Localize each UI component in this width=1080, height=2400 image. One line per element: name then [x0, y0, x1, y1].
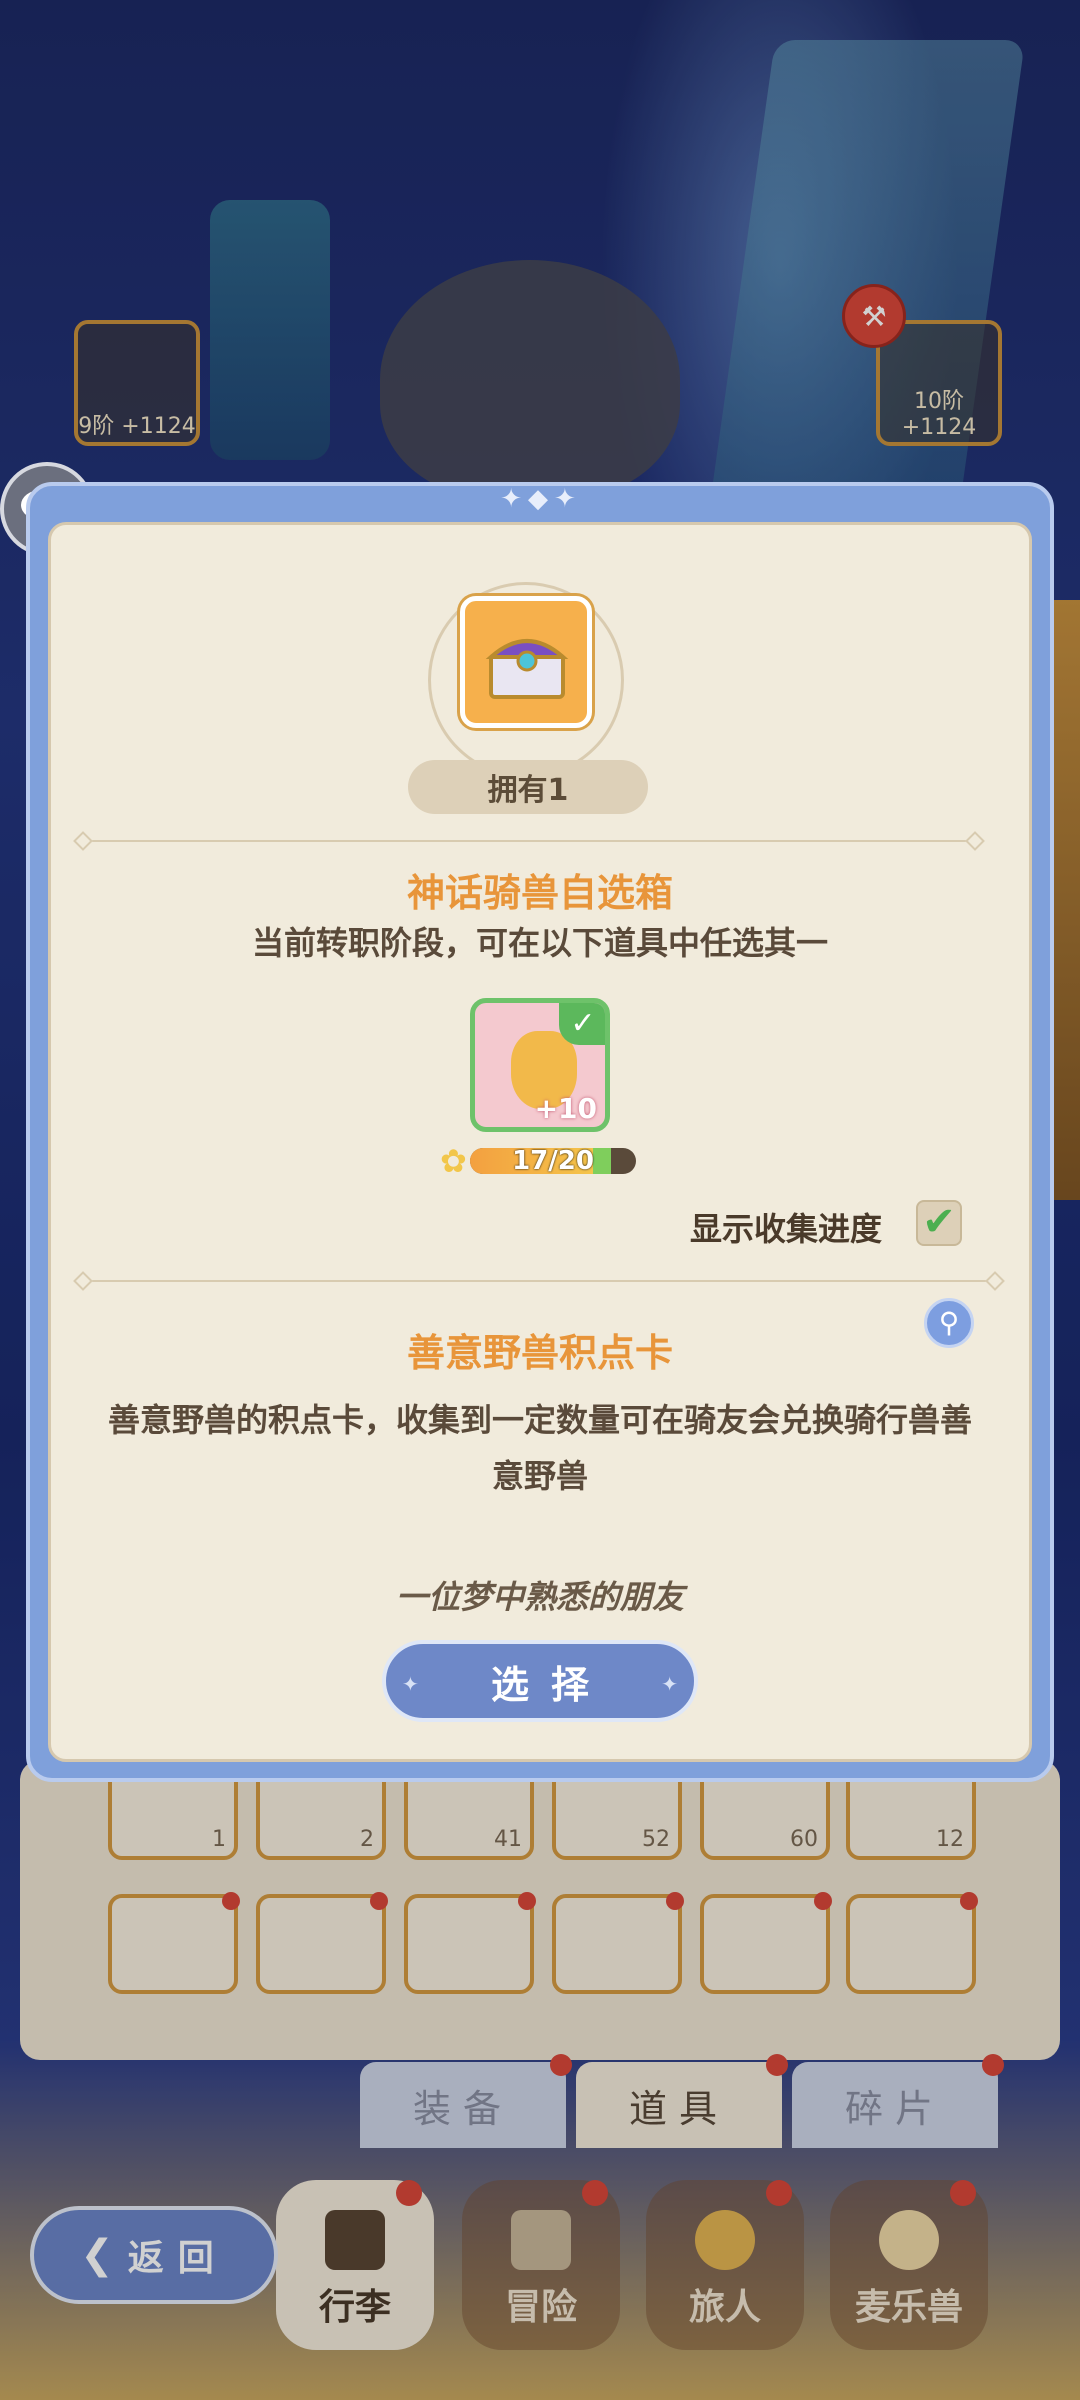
puzzle-piece-icon: ✿: [440, 1142, 467, 1180]
select-label: 选择: [490, 1662, 611, 1707]
detail-title: 善意野兽积点卡: [406, 1331, 673, 1375]
sparkle-icon: ✦: [661, 1672, 678, 1696]
collection-progress: ✿ 17/20: [440, 1144, 636, 1178]
reward-option[interactable]: ✓ +10: [470, 998, 610, 1132]
detail-description: 善意野兽的积点卡，收集到一定数量可在骑友会兑换骑行兽善意野兽: [107, 1401, 972, 1495]
reward-quantity: +10: [534, 1092, 597, 1125]
divider: [86, 840, 972, 842]
item-instruction: 当前转职阶段，可在以下道具中任选其一: [251, 924, 828, 962]
ornament-icon: ✦◆✦: [500, 484, 582, 514]
checkmark-icon: ✔: [922, 1199, 956, 1245]
show-progress-label: 显示收集进度: [690, 1210, 883, 1248]
select-button[interactable]: ✦ 选择 ✦: [382, 1640, 698, 1722]
sparkle-icon: ✦: [402, 1672, 419, 1696]
mythic-mount-chest-icon: [460, 596, 592, 728]
divider: [86, 1280, 992, 1282]
flavor-text: 一位梦中熟悉的朋友: [395, 1578, 684, 1616]
selected-check-icon: ✓: [559, 1003, 605, 1045]
show-progress-checkbox[interactable]: ✔: [916, 1200, 962, 1246]
item-name: 神话骑兽自选箱: [406, 871, 673, 915]
owned-count: 拥有1: [408, 760, 648, 814]
progress-text: 17/20: [512, 1146, 594, 1176]
